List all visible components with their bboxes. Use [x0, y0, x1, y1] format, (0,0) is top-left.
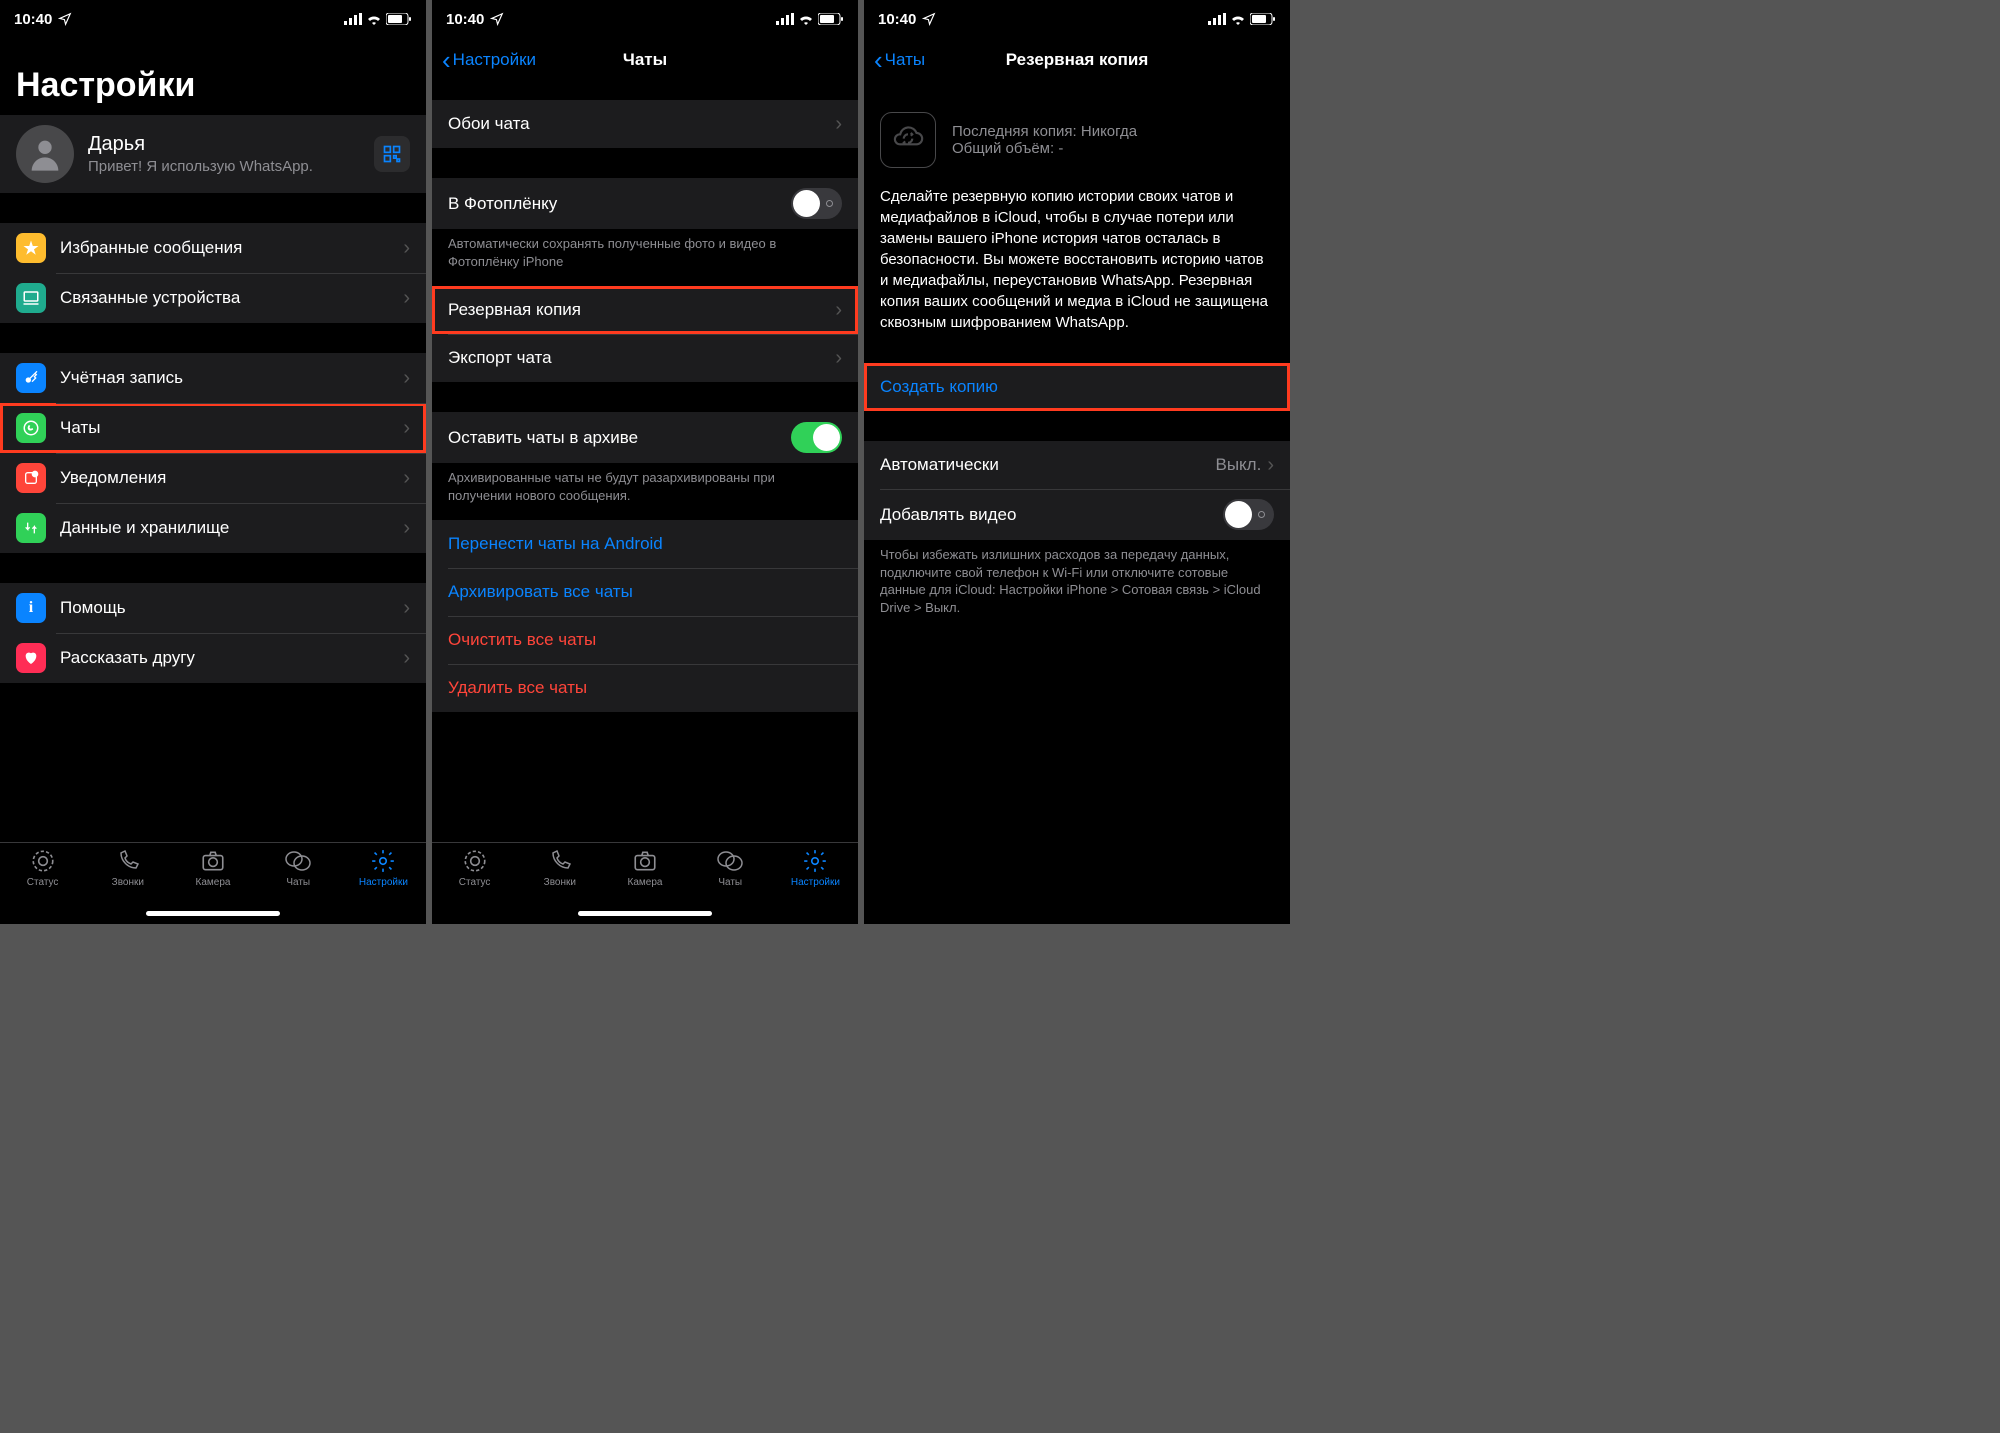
desktop-icon — [16, 283, 46, 313]
row-backup[interactable]: Резервная копия› — [432, 286, 858, 334]
signal-icon — [344, 13, 362, 25]
screen-backup: 10:40 ‹Чаты Резервная копия Последняя ко… — [864, 0, 1290, 924]
row-wallpaper[interactable]: Обои чата› — [432, 100, 858, 148]
chevron-icon: › — [835, 113, 842, 136]
row-tell-friend[interactable]: Рассказать другу› — [0, 633, 426, 683]
back-button[interactable]: ‹Настройки — [442, 45, 536, 76]
qr-button[interactable] — [374, 136, 410, 172]
save-media-footer: Автоматически сохранять полученные фото … — [432, 229, 858, 286]
chevron-icon: › — [403, 367, 410, 390]
tab-status[interactable]: Статус — [0, 847, 85, 924]
key-icon — [16, 363, 46, 393]
whatsapp-icon — [16, 413, 46, 443]
video-footer: Чтобы избежать излишних расходов за пере… — [864, 540, 1290, 632]
row-storage[interactable]: Данные и хранилище› — [0, 503, 426, 553]
notification-icon — [16, 463, 46, 493]
heart-icon — [16, 643, 46, 673]
row-save-media[interactable]: В Фотоплёнку — [432, 178, 858, 229]
nav-header: ‹Чаты Резервная копия — [864, 38, 1290, 82]
include-video-toggle[interactable] — [1223, 499, 1274, 530]
location-icon — [490, 12, 504, 26]
row-move-android[interactable]: Перенести чаты на Android — [432, 520, 858, 568]
chevron-icon: › — [835, 299, 842, 322]
save-media-toggle[interactable] — [791, 188, 842, 219]
nav-title: Резервная копия — [1006, 50, 1149, 70]
status-time: 10:40 — [878, 11, 916, 28]
chevron-icon: › — [403, 417, 410, 440]
row-linked[interactable]: Связанные устройства› — [0, 273, 426, 323]
battery-icon — [1250, 13, 1276, 25]
row-chats[interactable]: Чаты› — [0, 403, 426, 453]
avatar — [16, 125, 74, 183]
screen-chats-settings: 10:40 ‹Настройки Чаты Обои чата› В Фотоп… — [432, 0, 858, 924]
star-icon — [16, 233, 46, 263]
signal-icon — [776, 13, 794, 25]
back-button[interactable]: ‹Чаты — [874, 45, 925, 76]
tab-settings[interactable]: Настройки — [341, 847, 426, 924]
tab-settings[interactable]: Настройки — [773, 847, 858, 924]
profile-status: Привет! Я использую WhatsApp. — [88, 158, 360, 175]
profile-row[interactable]: Дарья Привет! Я использую WhatsApp. — [0, 115, 426, 193]
home-indicator[interactable] — [578, 911, 712, 916]
row-include-video[interactable]: Добавлять видео — [864, 489, 1290, 540]
status-bar: 10:40 — [0, 0, 426, 38]
status-time: 10:40 — [14, 11, 52, 28]
row-auto-backup[interactable]: АвтоматическиВыкл.› — [864, 441, 1290, 489]
row-export[interactable]: Экспорт чата› — [432, 334, 858, 382]
location-icon — [58, 12, 72, 26]
location-icon — [922, 12, 936, 26]
wifi-icon — [1230, 13, 1246, 25]
chevron-icon: › — [403, 597, 410, 620]
chevron-icon: › — [403, 467, 410, 490]
storage-icon — [16, 513, 46, 543]
row-notifications[interactable]: Уведомления› — [0, 453, 426, 503]
info-icon: i — [16, 593, 46, 623]
chevron-icon: › — [403, 287, 410, 310]
signal-icon — [1208, 13, 1226, 25]
status-bar: 10:40 — [432, 0, 858, 38]
chevron-icon: › — [403, 647, 410, 670]
chevron-icon: › — [403, 517, 410, 540]
row-archive-all[interactable]: Архивировать все чаты — [432, 568, 858, 616]
battery-icon — [818, 13, 844, 25]
row-clear-all[interactable]: Очистить все чаты — [432, 616, 858, 664]
nav-title: Чаты — [623, 50, 667, 70]
chevron-icon: › — [835, 347, 842, 370]
chevron-icon: › — [1267, 454, 1274, 477]
row-starred[interactable]: Избранные сообщения› — [0, 223, 426, 273]
page-title: Настройки — [0, 38, 426, 115]
wifi-icon — [798, 13, 814, 25]
tab-status[interactable]: Статус — [432, 847, 517, 924]
screen-settings: 10:40 Настройки Дарья Привет! Я использу… — [0, 0, 426, 924]
battery-icon — [386, 13, 412, 25]
backup-info: Последняя копия: Никогда Общий объём: - — [864, 82, 1290, 180]
wifi-icon — [366, 13, 382, 25]
row-keep-archived[interactable]: Оставить чаты в архиве — [432, 412, 858, 463]
chevron-icon: › — [403, 237, 410, 260]
row-create-backup[interactable]: Создать копию — [864, 363, 1290, 411]
keep-archived-footer: Архивированные чаты не будут разархивиро… — [432, 463, 858, 520]
keep-archived-toggle[interactable] — [791, 422, 842, 453]
status-bar: 10:40 — [864, 0, 1290, 38]
nav-header: ‹Настройки Чаты — [432, 38, 858, 82]
row-delete-all[interactable]: Удалить все чаты — [432, 664, 858, 712]
row-help[interactable]: i Помощь› — [0, 583, 426, 633]
row-account[interactable]: Учётная запись› — [0, 353, 426, 403]
total-size: Общий объём: - — [952, 140, 1137, 157]
cloud-refresh-icon — [880, 112, 936, 168]
home-indicator[interactable] — [146, 911, 280, 916]
backup-description: Сделайте резервную копию истории своих ч… — [864, 180, 1290, 363]
profile-name: Дарья — [88, 133, 360, 156]
last-backup: Последняя копия: Никогда — [952, 123, 1137, 140]
status-time: 10:40 — [446, 11, 484, 28]
